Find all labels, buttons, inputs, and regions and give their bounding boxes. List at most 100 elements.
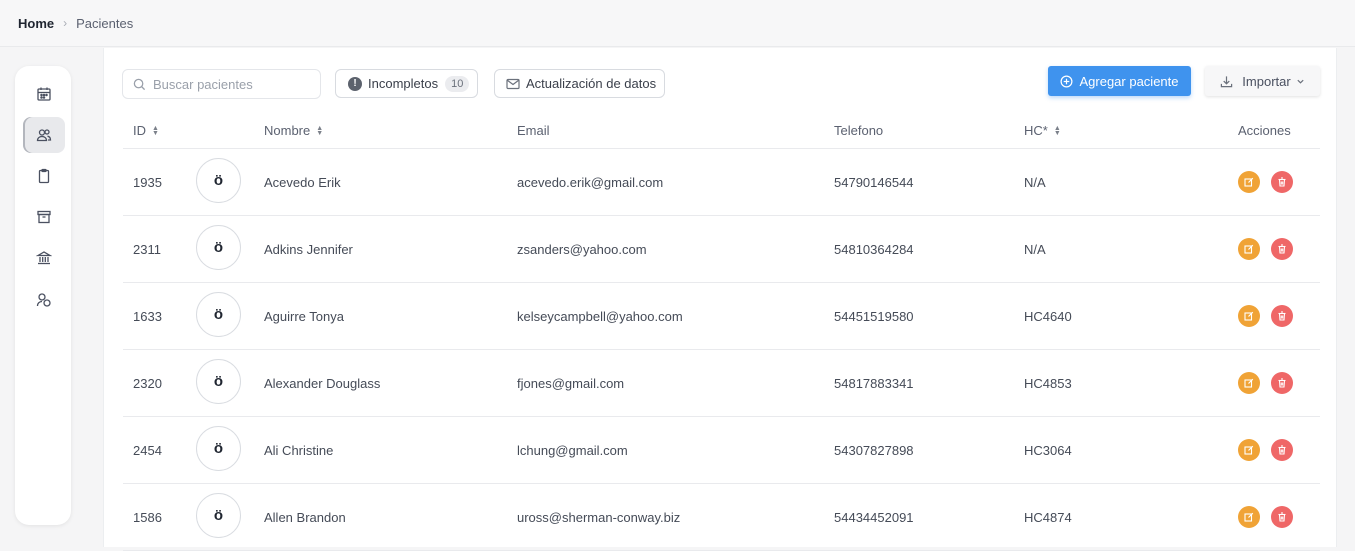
column-header-hc[interactable]: HC* ▲ ▼	[1024, 123, 1061, 138]
import-label: Importar	[1242, 73, 1291, 89]
patient-id: 2320	[133, 375, 162, 391]
delete-button[interactable]	[1271, 238, 1293, 260]
column-header-id[interactable]: ID ▲ ▼	[133, 123, 159, 138]
avatar: ö	[196, 426, 241, 471]
patient-email: fjones@gmail.com	[517, 375, 625, 391]
patient-name: Allen Brandon	[264, 509, 346, 525]
avatar: ö	[196, 493, 241, 538]
edit-button[interactable]	[1238, 305, 1260, 327]
sidebar-item-patients[interactable]	[23, 117, 65, 153]
column-header-telefono-label: Telefono	[834, 123, 884, 138]
sidebar-item-user-group[interactable]	[23, 282, 65, 318]
trash-icon	[1278, 378, 1286, 388]
patient-id: 1586	[133, 509, 162, 525]
patient-hc: N/A	[1024, 174, 1046, 190]
breadcrumb: Home › Pacientes	[0, 0, 1355, 47]
patient-email: zsanders@yahoo.com	[517, 241, 647, 257]
table-row[interactable]: 1633 ö Aguirre Tonya kelseycampbell@yaho…	[123, 283, 1320, 350]
patient-name: Alexander Douglass	[264, 375, 381, 391]
sort-icon[interactable]: ▲ ▼	[316, 125, 323, 137]
delete-button[interactable]	[1271, 305, 1293, 327]
sort-icon[interactable]: ▲ ▼	[152, 125, 159, 137]
table-row[interactable]: 2320 ö Alexander Douglass fjones@gmail.c…	[123, 350, 1320, 417]
patient-hc: HC4853	[1024, 375, 1072, 391]
search-box[interactable]	[122, 69, 321, 99]
column-header-nombre[interactable]: Nombre ▲ ▼	[264, 123, 323, 138]
users-icon	[36, 129, 52, 142]
actualizacion-datos-button[interactable]: Actualización de datos	[494, 69, 665, 98]
search-icon	[133, 78, 146, 90]
trash-icon	[1278, 512, 1286, 522]
sidebar-item-clipboard[interactable]	[23, 158, 65, 194]
incompletos-filter-button[interactable]: ! Incompletos 10	[335, 69, 478, 98]
edit-icon	[1244, 378, 1254, 388]
table-row[interactable]: 2454 ö Ali Christine lchung@gmail.com 54…	[123, 417, 1320, 484]
sidebar	[15, 66, 71, 525]
table-header: ID ▲ ▼ Nombre ▲ ▼ Email Telefono HC* ▲ ▼ Ac…	[123, 115, 1320, 149]
edit-button[interactable]	[1238, 439, 1260, 461]
patient-name: Acevedo Erik	[264, 174, 341, 190]
incompletos-label: Incompletos	[368, 76, 439, 91]
avatar: ö	[196, 225, 241, 270]
patient-id: 1935	[133, 174, 162, 190]
calendar-icon	[37, 87, 51, 101]
delete-button[interactable]	[1271, 439, 1293, 461]
mail-icon	[506, 78, 520, 89]
trash-icon	[1278, 311, 1286, 321]
patient-phone: 54451519580	[834, 308, 914, 324]
delete-button[interactable]	[1271, 171, 1293, 193]
column-header-id-label: ID	[133, 123, 146, 138]
patient-hc: HC4640	[1024, 308, 1072, 324]
search-input[interactable]	[153, 76, 313, 92]
patient-email: lchung@gmail.com	[517, 442, 628, 458]
patient-phone: 54307827898	[834, 442, 914, 458]
edit-button[interactable]	[1238, 372, 1260, 394]
patient-hc: N/A	[1024, 241, 1046, 257]
patients-panel: ! Incompletos 10 Actualización de datos …	[103, 48, 1337, 551]
chevron-right-icon: ›	[63, 16, 68, 30]
sidebar-item-bank[interactable]	[23, 240, 65, 276]
patient-phone: 54817883341	[834, 375, 914, 391]
edit-button[interactable]	[1238, 506, 1260, 528]
column-header-acciones-label: Acciones	[1238, 123, 1291, 138]
delete-button[interactable]	[1271, 506, 1293, 528]
patient-phone: 54790146544	[834, 174, 914, 190]
edit-icon	[1244, 311, 1254, 321]
add-patient-label: Agregar paciente	[1079, 73, 1179, 89]
table-row[interactable]: 1935 ö Acevedo Erik acevedo.erik@gmail.c…	[123, 149, 1320, 216]
breadcrumb-home[interactable]: Home	[18, 16, 54, 31]
breadcrumb-current: Pacientes	[76, 15, 134, 31]
edit-button[interactable]	[1238, 238, 1260, 260]
import-dropdown-button[interactable]: Importar	[1205, 66, 1320, 96]
patient-email: uross@sherman-conway.biz	[517, 509, 681, 525]
delete-button[interactable]	[1271, 372, 1293, 394]
patient-hc: HC3064	[1024, 442, 1072, 458]
patient-id: 2454	[133, 442, 162, 458]
patient-name: Aguirre Tonya	[264, 308, 344, 324]
download-icon	[1221, 75, 1233, 87]
patient-id: 2311	[133, 241, 161, 257]
patient-name: Adkins Jennifer	[264, 241, 353, 257]
avatar: ö	[196, 292, 241, 337]
column-header-email-label: Email	[517, 123, 550, 138]
edit-button[interactable]	[1238, 171, 1260, 193]
column-header-telefono: Telefono	[834, 123, 883, 138]
incompletos-count-badge: 10	[445, 75, 470, 92]
patient-phone: 54434452091	[834, 509, 914, 525]
sidebar-item-calendar[interactable]	[23, 76, 65, 112]
patient-name: Ali Christine	[264, 442, 334, 458]
edit-icon	[1244, 177, 1254, 187]
sort-icon[interactable]: ▲ ▼	[1054, 125, 1061, 137]
patient-email: acevedo.erik@gmail.com	[517, 174, 664, 190]
column-header-hc-label: HC*	[1024, 123, 1048, 138]
table-row[interactable]: 1586 ö Allen Brandon uross@sherman-conwa…	[123, 484, 1320, 551]
patient-id: 1633	[133, 308, 162, 324]
add-patient-button[interactable]: Agregar paciente	[1048, 66, 1191, 96]
sidebar-item-archive[interactable]	[23, 199, 65, 235]
column-header-acciones: Acciones	[1238, 123, 1291, 138]
plus-circle-icon	[1060, 75, 1073, 87]
column-header-email: Email	[517, 123, 550, 138]
user-group-icon	[36, 293, 51, 307]
trash-icon	[1278, 177, 1286, 187]
table-row[interactable]: 2311 ö Adkins Jennifer zsanders@yahoo.co…	[123, 216, 1320, 283]
